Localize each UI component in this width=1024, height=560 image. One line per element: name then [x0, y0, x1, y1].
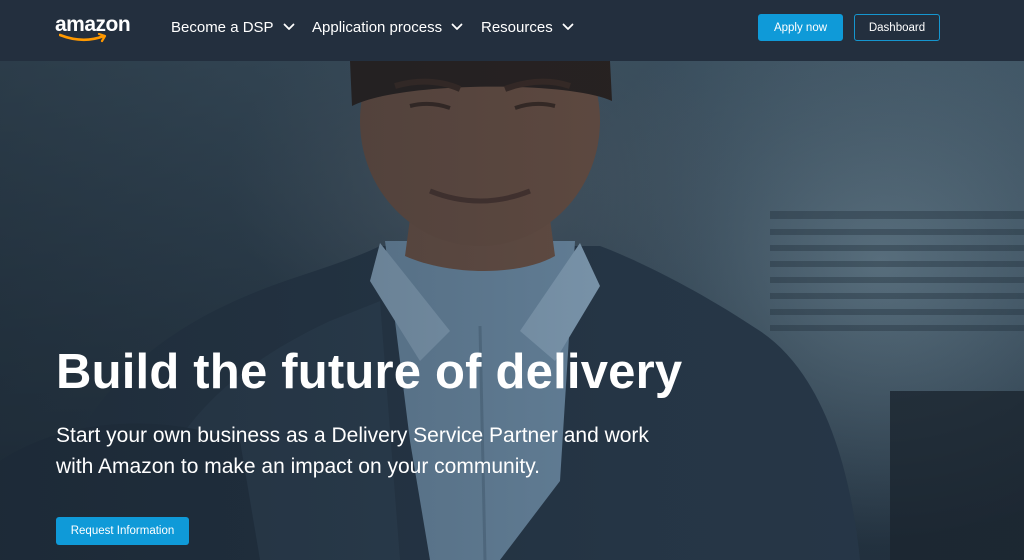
amazon-logo[interactable]: amazon	[55, 13, 131, 43]
chevron-down-icon	[283, 23, 294, 30]
nav-label: Application process	[312, 18, 443, 36]
page: amazon Become a DSP Application process …	[0, 0, 1024, 560]
nav-resources[interactable]: Resources	[481, 16, 574, 38]
hero-section: Build the future of delivery Start your …	[0, 61, 1024, 560]
hero-subtitle: Start your own business as a Delivery Se…	[56, 424, 649, 478]
dashboard-button[interactable]: Dashboard	[854, 14, 940, 41]
hero-title: Build the future of delivery	[56, 345, 683, 399]
chevron-down-icon	[562, 23, 574, 30]
nav-label: Resources	[481, 18, 553, 36]
nav-become-a-dsp[interactable]: Become a DSP	[171, 16, 295, 38]
smile-arrow-icon	[59, 33, 107, 43]
chevron-down-icon	[451, 23, 463, 30]
apply-now-button[interactable]: Apply now	[758, 14, 843, 41]
hero-overlay	[0, 61, 1024, 560]
nav-label: Become a DSP	[171, 18, 274, 36]
request-information-button[interactable]: Request Information	[56, 517, 189, 545]
nav-application-process[interactable]: Application process	[312, 16, 463, 38]
top-navbar: amazon Become a DSP Application process …	[0, 0, 1024, 61]
